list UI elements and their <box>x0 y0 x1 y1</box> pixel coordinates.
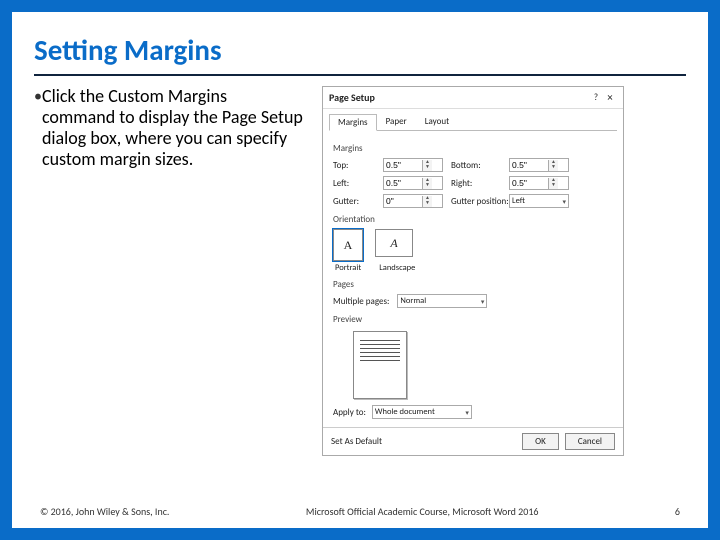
tab-layout[interactable]: Layout <box>416 113 458 130</box>
section-pages: Pages <box>333 279 613 290</box>
input-top[interactable]: ▲▼ <box>383 158 443 172</box>
label-left: Left: <box>333 178 375 189</box>
landscape-icon: A <box>390 236 397 251</box>
course-text: Microsoft Official Academic Course, Micr… <box>169 505 674 518</box>
tab-paper[interactable]: Paper <box>377 113 416 130</box>
bullet-item: • Click the Custom Margins command to di… <box>34 86 304 170</box>
portrait-label: Portrait <box>335 263 361 273</box>
bullet-marker: • <box>34 86 42 170</box>
slide-footer: © 2016, John Wiley & Sons, Inc. Microsof… <box>40 505 680 518</box>
input-bottom[interactable]: ▲▼ <box>509 158 569 172</box>
select-apply-to[interactable]: Whole document <box>372 405 472 419</box>
select-gutter-position[interactable]: Left <box>509 194 569 208</box>
slide-title: Setting Margins <box>34 32 686 68</box>
slide-inner: Setting Margins • Click the Custom Margi… <box>12 12 708 528</box>
label-apply-to: Apply to: <box>333 407 366 418</box>
orientation-options: A A <box>333 229 613 261</box>
label-right: Right: <box>451 178 501 189</box>
set-as-default-button[interactable]: Set As Default <box>331 436 382 447</box>
bullet-list: • Click the Custom Margins command to di… <box>34 86 304 456</box>
preview-thumbnail <box>353 331 407 399</box>
select-multiple-pages[interactable]: Normal <box>397 294 487 308</box>
label-gutter: Gutter: <box>333 196 375 207</box>
input-right[interactable]: ▲▼ <box>509 176 569 190</box>
copyright-text: © 2016, John Wiley & Sons, Inc. <box>40 505 169 518</box>
dialog-footer: Set As Default OK Cancel <box>323 427 623 455</box>
tab-margins[interactable]: Margins <box>329 114 377 131</box>
dialog-body: Margins Top: ▲▼ Bottom: ▲▼ Left: ▲▼ Righ… <box>323 131 623 427</box>
dialog-container: Page Setup ? × Margins Paper Layout Marg… <box>322 86 686 456</box>
page-number: 6 <box>675 505 680 518</box>
title-rule <box>34 74 686 76</box>
portrait-icon: A <box>344 238 353 253</box>
label-gutter-position: Gutter position: <box>451 196 501 207</box>
orientation-portrait[interactable]: A <box>333 229 363 261</box>
input-gutter[interactable]: ▲▼ <box>383 194 443 208</box>
margins-grid: Top: ▲▼ Bottom: ▲▼ Left: ▲▼ Right: ▲▼ Gu… <box>333 158 613 208</box>
content-row: • Click the Custom Margins command to di… <box>34 86 686 456</box>
apply-row: Apply to: Whole document <box>333 405 613 419</box>
page-setup-dialog: Page Setup ? × Margins Paper Layout Marg… <box>322 86 624 456</box>
input-left[interactable]: ▲▼ <box>383 176 443 190</box>
landscape-label: Landscape <box>379 263 415 273</box>
label-bottom: Bottom: <box>451 160 501 171</box>
dialog-title: Page Setup <box>329 91 589 104</box>
slide-frame: Setting Margins • Click the Custom Margi… <box>0 0 720 540</box>
cancel-button[interactable]: Cancel <box>565 433 615 450</box>
label-multiple-pages: Multiple pages: <box>333 296 389 307</box>
close-button[interactable]: × <box>603 91 617 104</box>
ok-button[interactable]: OK <box>522 433 559 450</box>
label-top: Top: <box>333 160 375 171</box>
dialog-tabs: Margins Paper Layout <box>323 109 623 130</box>
section-margins: Margins <box>333 143 613 154</box>
pages-row: Multiple pages: Normal <box>333 294 613 308</box>
dialog-titlebar: Page Setup ? × <box>323 87 623 109</box>
orientation-labels: Portrait Landscape <box>333 263 613 273</box>
orientation-landscape[interactable]: A <box>375 229 413 257</box>
help-button[interactable]: ? <box>589 92 603 103</box>
section-orientation: Orientation <box>333 214 613 225</box>
section-preview: Preview <box>333 314 613 325</box>
bullet-text: Click the Custom Margins command to disp… <box>42 86 304 170</box>
